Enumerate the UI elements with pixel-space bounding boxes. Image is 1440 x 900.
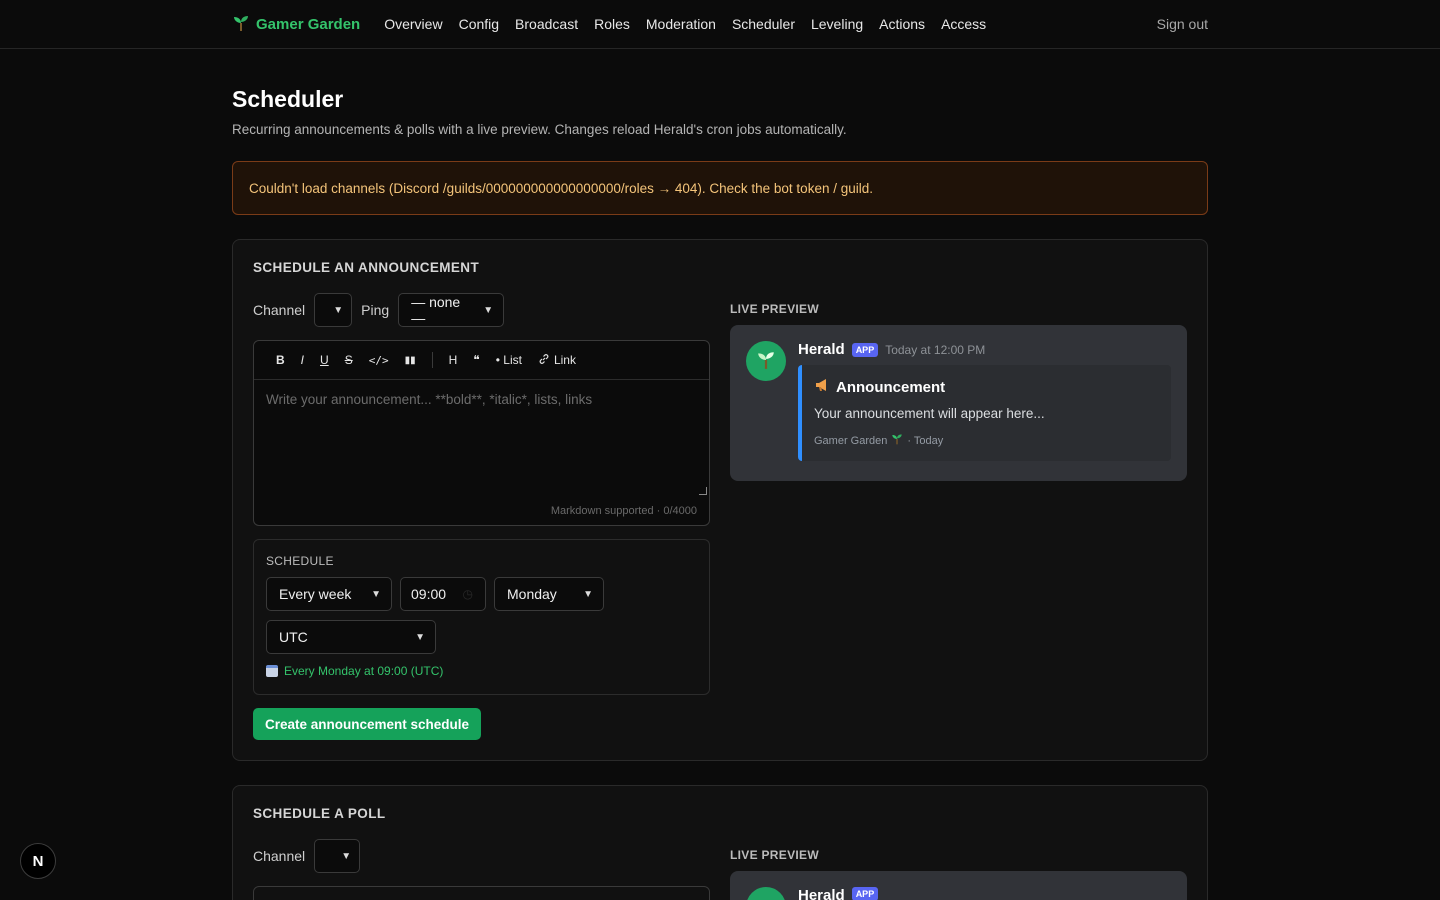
- create-announcement-button[interactable]: Create announcement schedule: [253, 708, 482, 740]
- embed-description: Your announcement will appear here...: [814, 406, 1045, 421]
- page-subtitle: Recurring announcements & polls with a l…: [232, 122, 847, 137]
- italic-button[interactable]: I: [293, 348, 312, 372]
- ping-label: Ping: [361, 302, 390, 318]
- chevron-down-icon: ▼: [483, 304, 494, 316]
- poll-card: SCHEDULE A POLL Channel ▼ LIVE PREVIEW H…: [232, 785, 1208, 900]
- top-nav-bar: Gamer Garden Overview Config Broadcast R…: [0, 0, 1440, 49]
- frequency-value: Every week: [279, 586, 352, 602]
- error-alert: Couldn't load channels (Discord /guilds/…: [232, 161, 1208, 215]
- editor-footer: Markdown supported · 0/4000: [550, 505, 697, 517]
- nav-leveling[interactable]: Leveling: [811, 16, 863, 32]
- calendar-icon: [266, 665, 278, 677]
- bold-button[interactable]: B: [268, 348, 293, 372]
- timezone-select[interactable]: UTC ▼: [266, 620, 436, 654]
- nav-access[interactable]: Access: [941, 16, 986, 32]
- frequency-select[interactable]: Every week ▼: [266, 577, 392, 611]
- announcement-editor: B I U S </> ▮▮ H ❝ • List Link Write you…: [253, 340, 710, 526]
- quote-button[interactable]: ❝: [465, 348, 487, 372]
- editor-toolbar: B I U S </> ▮▮ H ❝ • List Link: [254, 341, 709, 380]
- clock-icon: ◷: [462, 587, 473, 601]
- list-button[interactable]: • List: [488, 348, 530, 372]
- megaphone-icon: [814, 377, 830, 397]
- time-value: 09:00: [411, 586, 447, 602]
- embed-footer-text: Gamer Garden: [814, 434, 888, 447]
- embed-title: Announcement: [836, 378, 946, 396]
- brand[interactable]: Gamer Garden: [232, 14, 360, 35]
- poll-live-preview-label: LIVE PREVIEW: [730, 848, 819, 862]
- channel-label: Channel: [253, 302, 306, 318]
- nav-scheduler[interactable]: Scheduler: [732, 16, 795, 32]
- embed-footer: Gamer Garden · Today: [814, 433, 1159, 448]
- poll-question-editor[interactable]: [253, 886, 710, 900]
- schedule-label: SCHEDULE: [266, 554, 334, 568]
- nav-overview[interactable]: Overview: [384, 16, 442, 32]
- brand-name: Gamer Garden: [256, 15, 361, 33]
- embed-footer-time: · Today: [907, 434, 944, 447]
- avatar: [746, 341, 786, 381]
- sprout-icon: [232, 14, 250, 35]
- sprout-icon: [891, 433, 903, 448]
- error-alert-text: Couldn't load channels (Discord /guilds/…: [249, 180, 873, 196]
- page-title: Scheduler: [232, 86, 344, 112]
- announcement-card: SCHEDULE AN ANNOUNCEMENT Channel ▼ Ping …: [232, 239, 1208, 761]
- chevron-down-icon: ▼: [371, 588, 381, 600]
- sign-out-link[interactable]: Sign out: [1157, 16, 1208, 32]
- nav-config[interactable]: Config: [459, 16, 499, 32]
- ping-select-value: — none —: [411, 294, 461, 326]
- schedule-box: SCHEDULE Every week ▼ 09:00 ◷ Monday ▼ U…: [253, 539, 710, 695]
- link-button-label: Link: [553, 353, 576, 367]
- ping-select[interactable]: — none — ▼: [398, 293, 505, 327]
- poll-message-preview: Herald APP: [730, 871, 1187, 900]
- channel-ping-row: Channel ▼ Ping — none — ▼: [253, 293, 710, 327]
- resize-handle[interactable]: [699, 487, 707, 495]
- channel-select[interactable]: ▼: [314, 293, 353, 327]
- embed: Announcement Your announcement will appe…: [798, 365, 1171, 461]
- timezone-value: UTC: [279, 629, 308, 645]
- message-preview: Herald APP Today at 12:00 PM Announcemen…: [730, 325, 1187, 481]
- poll-app-badge: APP: [851, 887, 879, 900]
- day-select[interactable]: Monday ▼: [494, 577, 604, 611]
- link-icon: [538, 353, 550, 368]
- nav-roles[interactable]: Roles: [594, 16, 630, 32]
- chevron-down-icon: ▼: [341, 850, 352, 862]
- announcement-textarea[interactable]: Write your announcement... **bold**, *it…: [254, 380, 709, 419]
- chevron-down-icon: ▼: [583, 588, 593, 600]
- poll-card-title: SCHEDULE A POLL: [253, 806, 386, 821]
- nav-broadcast[interactable]: Broadcast: [515, 16, 578, 32]
- strikethrough-button[interactable]: S: [337, 348, 361, 372]
- poll-channel-label: Channel: [253, 848, 306, 864]
- chevron-down-icon: ▼: [333, 304, 344, 316]
- toolbar-divider: [431, 352, 433, 368]
- author-name: Herald: [798, 341, 845, 358]
- schedule-summary: Every Monday at 09:00 (UTC): [266, 664, 697, 678]
- poll-author-name: Herald: [798, 887, 845, 900]
- dev-tools-badge[interactable]: N: [20, 843, 56, 879]
- underline-button[interactable]: U: [312, 348, 337, 372]
- chevron-down-icon: ▼: [415, 631, 425, 643]
- nav-moderation[interactable]: Moderation: [646, 16, 716, 32]
- announcement-card-title: SCHEDULE AN ANNOUNCEMENT: [253, 260, 480, 275]
- live-preview-label: LIVE PREVIEW: [730, 302, 819, 316]
- main-content: Scheduler Recurring announcements & poll…: [232, 86, 1208, 900]
- avatar: [746, 887, 786, 900]
- link-button[interactable]: Link: [530, 348, 584, 372]
- sprout-icon: [756, 350, 776, 373]
- main-nav: Overview Config Broadcast Roles Moderati…: [384, 16, 986, 32]
- message-timestamp: Today at 12:00 PM: [885, 342, 986, 357]
- heading-button[interactable]: H: [441, 348, 466, 372]
- nav-actions[interactable]: Actions: [879, 16, 925, 32]
- code-button[interactable]: </>: [361, 348, 397, 372]
- day-value: Monday: [507, 586, 557, 602]
- app-badge: APP: [851, 342, 879, 357]
- schedule-summary-text: Every Monday at 09:00 (UTC): [284, 664, 444, 678]
- time-input[interactable]: 09:00 ◷: [400, 577, 486, 611]
- spoiler-button[interactable]: ▮▮: [397, 348, 424, 372]
- poll-channel-select[interactable]: ▼: [314, 839, 361, 873]
